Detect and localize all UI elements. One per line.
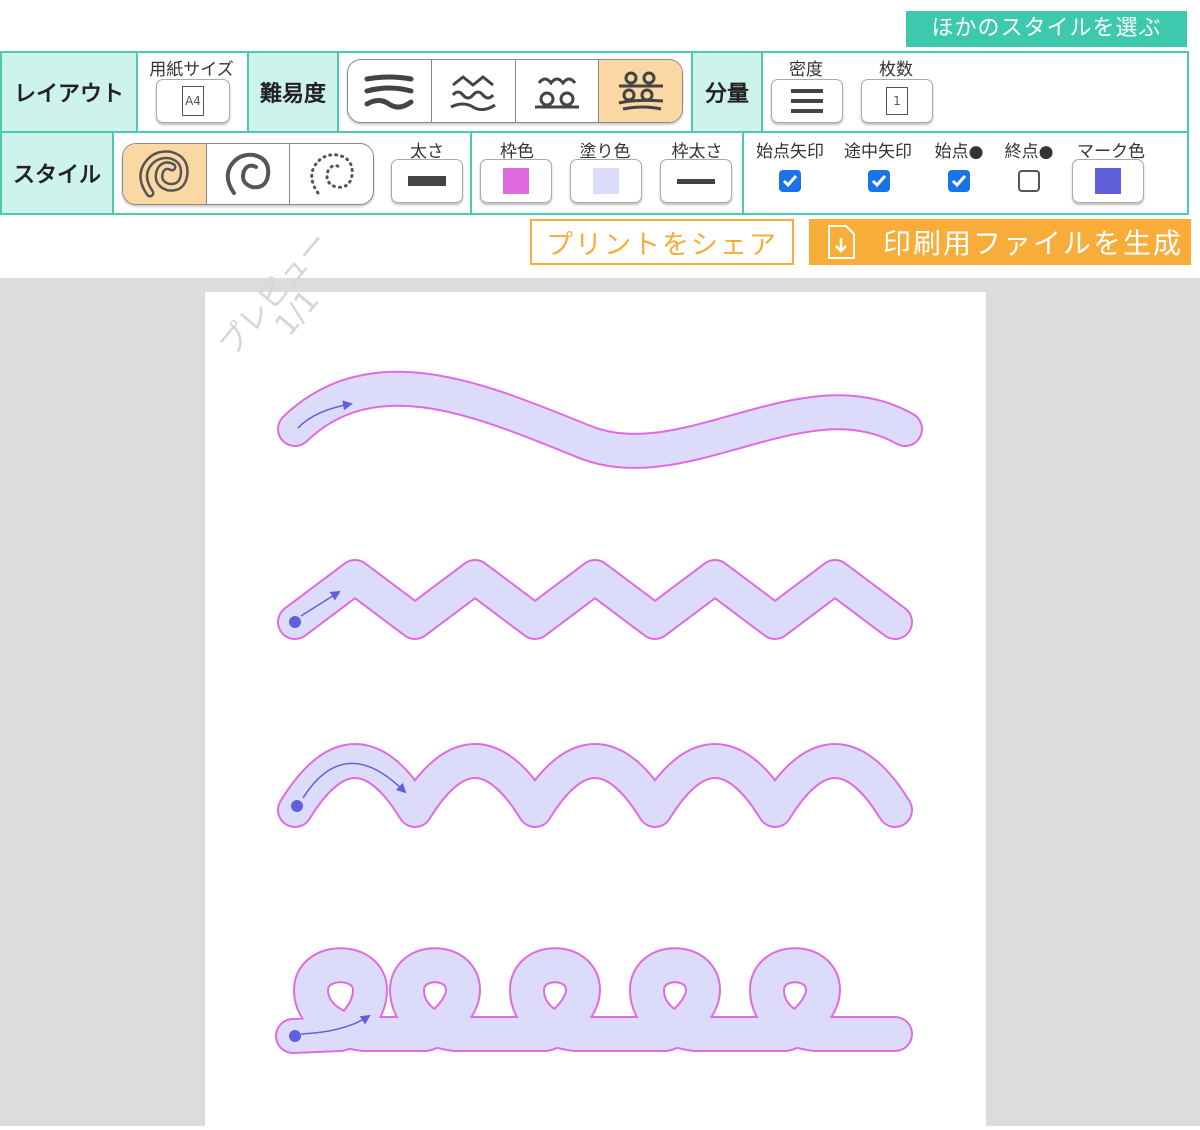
density-label: 密度 <box>789 60 823 80</box>
difficulty-header-label: 難易度 <box>259 82 326 107</box>
difficulty-cell <box>339 53 693 131</box>
density-lines-icon <box>791 89 823 113</box>
paper-size-cell: 用紙サイズ A4 <box>138 53 249 131</box>
checkmark-icon <box>782 175 798 188</box>
checkmark-icon <box>871 175 887 188</box>
preview-paper: プレビュー 1/1 <box>205 225 986 1126</box>
single-line-style-icon <box>225 152 271 195</box>
difficulty-option-1[interactable] <box>348 60 432 122</box>
end-dot-checkbox[interactable] <box>1018 170 1040 192</box>
amount-cell: 密度 枚数 1 <box>763 53 1187 131</box>
trace-path-loops <box>275 947 913 1054</box>
other-style-button[interactable]: ほかのスタイルを選ぶ <box>906 11 1187 47</box>
mark-color-button[interactable] <box>1072 159 1144 203</box>
difficulty-selector <box>347 59 683 123</box>
generate-file-label: 印刷用ファイルを生成 <box>883 227 1184 260</box>
difficulty-option-3[interactable] <box>516 60 600 122</box>
download-document-icon <box>819 219 863 265</box>
trace-path-zigzag <box>277 559 913 640</box>
density-button[interactable] <box>771 79 843 123</box>
paper-size-label: 用紙サイズ <box>149 60 234 80</box>
start-dot <box>289 1030 301 1042</box>
generate-file-button[interactable]: 印刷用ファイルを生成 <box>809 219 1191 265</box>
start-dot-label: 始点● <box>934 142 984 162</box>
filled-outline-style-icon <box>139 150 190 198</box>
start-dot <box>289 616 301 628</box>
style-cell: 太さ <box>114 133 472 213</box>
checkmark-icon <box>951 175 967 188</box>
difficulty-option-2[interactable] <box>432 60 516 122</box>
fill-color-button[interactable] <box>570 159 642 203</box>
sheets-label: 枚数 <box>879 60 913 80</box>
thickness-swatch <box>408 176 446 186</box>
sheet-icon: 1 <box>886 87 908 115</box>
settings-row-layout: レイアウト 用紙サイズ A4 難易度 分量 密度 枚数 1 <box>0 51 1189 133</box>
amount-header-label: 分量 <box>704 82 749 107</box>
trace-path-scallop <box>277 743 913 828</box>
thickness-button[interactable] <box>391 159 463 203</box>
line-style-option-3[interactable] <box>290 144 373 204</box>
share-print-button[interactable]: プリントをシェア <box>530 219 794 265</box>
settings-row-style: スタイル 太さ 枠色 塗り色 枠太さ 始点矢印 途中矢印 始点● 終点● マーク… <box>0 133 1189 215</box>
paper-size-value: A4 <box>185 94 201 108</box>
mark-cell: 始点矢印 途中矢印 始点● 終点● マーク色 <box>744 133 1187 213</box>
start-arrow-checkbox[interactable] <box>779 170 801 192</box>
style-header-label: スタイル <box>12 163 101 188</box>
difficulty-option-4[interactable] <box>599 60 682 122</box>
line-style-option-2[interactable] <box>207 144 291 204</box>
zigzag-wave-icon <box>450 75 496 111</box>
start-arrow-label: 始点矢印 <box>756 142 824 162</box>
loop-wave-icon <box>534 77 579 109</box>
layout-header: レイアウト <box>2 53 138 131</box>
preview-area: プレビュー 1/1 <box>0 225 1200 1126</box>
line-style-option-1[interactable] <box>123 144 207 204</box>
layout-header-label: レイアウト <box>13 82 124 107</box>
dotted-style-icon <box>309 153 354 195</box>
end-dot-label: 終点● <box>1004 142 1054 162</box>
border-color-swatch <box>503 168 529 194</box>
mark-color-swatch <box>1095 168 1121 194</box>
start-dot <box>291 800 303 812</box>
style-header: スタイル <box>2 133 114 213</box>
share-print-label: プリントをシェア <box>546 229 778 261</box>
color-cell: 枠色 塗り色 枠太さ <box>472 133 744 213</box>
mid-arrow-checkbox[interactable] <box>868 170 890 192</box>
sheets-value: 1 <box>893 94 901 108</box>
tracing-worksheet <box>275 370 923 1054</box>
amount-header: 分量 <box>693 53 763 131</box>
gentle-wave-icon <box>364 74 414 110</box>
start-dot-checkbox[interactable] <box>948 170 970 192</box>
border-thickness-button[interactable] <box>660 159 732 203</box>
toolbar: ほかのスタイルを選ぶ レイアウト 用紙サイズ A4 難易度 分量 密度 枚数 1… <box>0 0 1200 278</box>
difficulty-header: 難易度 <box>249 53 339 131</box>
border-thickness-swatch <box>677 178 715 184</box>
trace-path-gentle-wave <box>277 370 923 469</box>
double-loop-icon <box>618 71 663 111</box>
border-color-button[interactable] <box>480 159 552 203</box>
line-style-selector <box>122 143 374 205</box>
fill-color-swatch <box>593 168 619 194</box>
paper-icon: A4 <box>182 86 204 116</box>
mid-arrow-label: 途中矢印 <box>844 142 912 162</box>
sheets-button[interactable]: 1 <box>861 79 933 123</box>
paper-size-button[interactable]: A4 <box>156 79 230 123</box>
